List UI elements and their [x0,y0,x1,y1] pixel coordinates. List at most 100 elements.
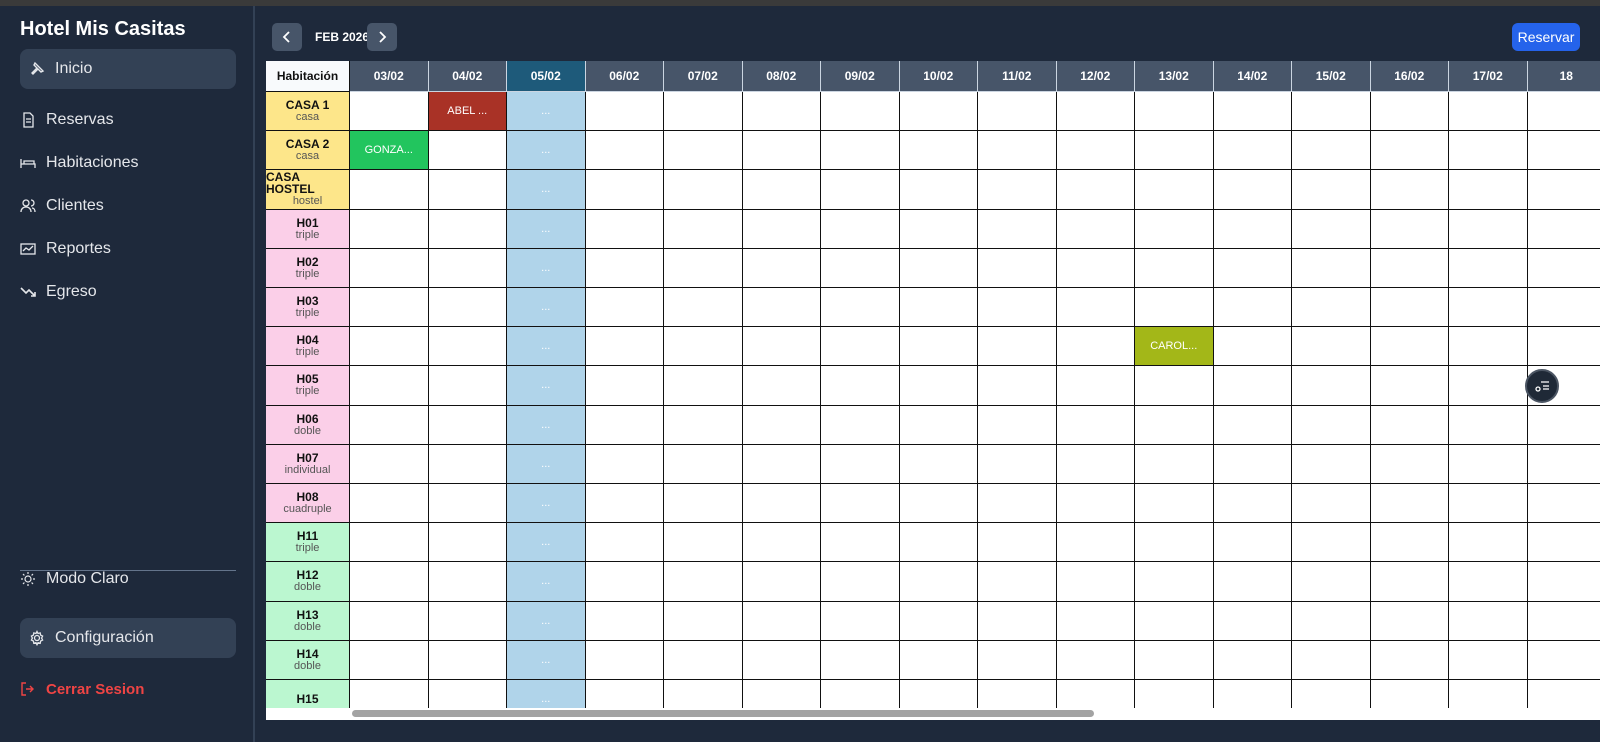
day-cell[interactable] [350,248,429,288]
day-cell[interactable] [1135,562,1214,602]
day-cell[interactable] [1449,640,1528,680]
day-cell[interactable] [899,523,978,563]
day-cell[interactable] [428,640,507,680]
room-label-cell[interactable]: H04 triple [266,327,350,367]
day-cell[interactable] [350,405,429,445]
day-cell[interactable] [899,405,978,445]
day-cell[interactable] [1056,601,1135,641]
day-cell[interactable] [742,170,821,210]
booking-block[interactable]: CAROL... [1135,327,1213,366]
day-cell[interactable] [1292,248,1371,288]
day-cell[interactable]: ... [507,170,586,210]
day-cell[interactable] [1370,248,1449,288]
day-cell[interactable] [1449,248,1528,288]
day-cell[interactable] [664,444,743,484]
day-cell[interactable] [428,562,507,602]
day-cell[interactable] [1135,170,1214,210]
day-cell[interactable] [1213,248,1292,288]
day-cell[interactable] [821,170,900,210]
day-cell[interactable]: ... [507,209,586,249]
day-cell[interactable] [1213,131,1292,171]
room-label-cell[interactable]: CASA 2 casa [266,131,350,171]
day-cell[interactable] [350,209,429,249]
day-cell[interactable] [1135,366,1214,406]
day-cell[interactable] [1292,562,1371,602]
booking-block[interactable]: GONZA... [350,131,428,170]
day-cell[interactable]: ... [507,366,586,406]
day-cell[interactable] [821,640,900,680]
day-cell[interactable] [1527,170,1600,210]
day-cell[interactable] [428,484,507,524]
day-cell[interactable] [1449,444,1528,484]
day-cell[interactable] [978,562,1057,602]
day-cell[interactable] [821,366,900,406]
day-cell[interactable] [1292,444,1371,484]
day-cell[interactable] [1056,209,1135,249]
day-cell[interactable] [1135,405,1214,445]
day-cell[interactable] [821,405,900,445]
day-cell[interactable] [664,640,743,680]
sidebar-item-reservas[interactable]: Reservas [20,100,236,140]
day-cell[interactable] [664,562,743,602]
day-cell[interactable] [1135,444,1214,484]
day-cell[interactable] [1056,366,1135,406]
day-cell[interactable] [899,288,978,328]
day-cell[interactable] [899,444,978,484]
room-label-cell[interactable]: H14 doble [266,640,350,680]
day-cell[interactable] [428,248,507,288]
horizontal-scrollbar[interactable] [266,708,1600,720]
day-cell[interactable] [821,484,900,524]
day-cell[interactable] [821,601,900,641]
day-cell[interactable] [978,366,1057,406]
day-cell[interactable] [350,288,429,328]
day-cell[interactable] [1213,209,1292,249]
day-cell[interactable] [1213,523,1292,563]
day-cell[interactable] [821,444,900,484]
day-cell[interactable] [664,209,743,249]
day-cell[interactable] [428,601,507,641]
room-label-cell[interactable]: H08 cuadruple [266,484,350,524]
day-cell[interactable] [1527,406,1600,445]
day-cell[interactable] [1213,562,1292,602]
day-cell[interactable] [664,484,743,524]
day-cell[interactable] [1292,523,1371,563]
day-cell[interactable] [978,484,1057,524]
day-cell[interactable] [742,601,821,641]
day-cell[interactable] [1135,640,1214,680]
room-label-cell[interactable]: H06 doble [266,405,350,445]
day-cell[interactable] [978,131,1057,171]
day-cell[interactable] [1292,484,1371,524]
day-cell[interactable] [821,209,900,249]
day-cell[interactable] [1449,562,1528,602]
next-month-button[interactable] [367,23,397,51]
day-cell[interactable] [742,484,821,524]
day-cell[interactable] [978,601,1057,641]
day-cell[interactable] [350,327,429,367]
day-cell[interactable] [350,640,429,680]
day-cell[interactable] [1449,484,1528,524]
day-cell[interactable] [821,131,900,171]
day-cell[interactable] [585,484,664,524]
day-cell[interactable] [978,640,1057,680]
day-cell[interactable] [1527,327,1600,367]
prev-month-button[interactable] [272,23,302,51]
day-cell[interactable] [1135,523,1214,563]
sidebar-item-reportes[interactable]: Reportes [20,229,236,269]
day-cell[interactable] [978,523,1057,563]
day-cell[interactable] [1370,484,1449,524]
day-cell[interactable] [585,288,664,328]
day-cell[interactable] [1213,327,1292,367]
room-label-cell[interactable]: H01 triple [266,209,350,249]
room-label-cell[interactable]: H11 triple [266,523,350,563]
day-cell[interactable] [742,523,821,563]
scrollbar-thumb[interactable] [352,710,1094,717]
day-cell[interactable] [585,366,664,406]
day-cell[interactable] [1056,640,1135,680]
day-cell[interactable] [899,170,978,210]
day-cell[interactable] [664,523,743,563]
day-cell[interactable] [899,131,978,171]
day-cell[interactable] [1370,209,1449,249]
day-cell[interactable] [664,248,743,288]
day-cell[interactable] [821,562,900,602]
day-cell[interactable] [350,484,429,524]
